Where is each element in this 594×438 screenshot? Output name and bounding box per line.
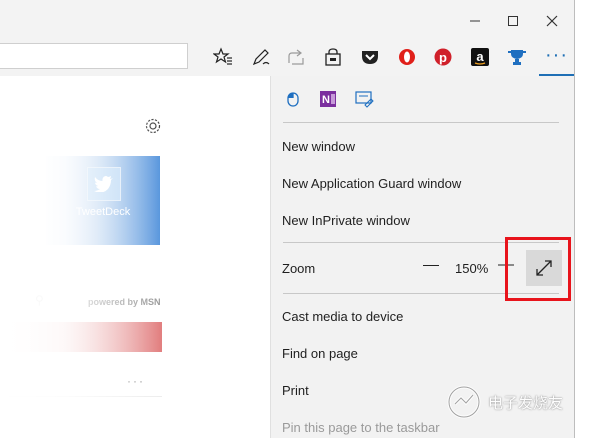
opera-icon[interactable] [396,46,418,68]
share-icon[interactable] [285,46,307,68]
menu-print[interactable]: Print [282,383,309,398]
menu-divider [283,122,559,123]
menu-find-on-page[interactable]: Find on page [282,346,358,361]
page-content: TweetDeck ⚲ powered by MSN ··· [0,76,270,438]
minimize-icon[interactable] [465,11,485,31]
pen-icon[interactable] [250,46,272,68]
divider [0,396,162,397]
title-bar [0,0,574,40]
amazon-icon[interactable]: a [469,46,491,68]
maximize-icon[interactable] [503,11,523,31]
more-actions-button[interactable]: ··· [539,40,574,76]
menu-new-inprivate-window[interactable]: New InPrivate window [282,213,410,228]
tile-label: TweetDeck [75,206,131,218]
tweetdeck-tile[interactable]: TweetDeck [46,156,160,245]
browser-toolbar: p a ··· [0,40,574,76]
favorites-list-icon[interactable] [212,46,234,68]
zoom-out-button[interactable] [423,265,439,266]
watermark-text: 电子发烧友 [488,394,564,412]
browser-window: p a ··· TweetDeck ⚲ powered by MSN ··· N… [0,0,575,438]
onenote-icon[interactable]: N [317,88,339,110]
menu-pin-to-taskbar[interactable]: Pin this page to the taskbar [282,420,440,435]
web-note-icon[interactable] [353,88,375,110]
pocket-icon[interactable] [359,46,381,68]
watermark-logo-icon [447,385,481,419]
menu-new-application-guard-window[interactable]: New Application Guard window [282,176,461,191]
powered-by-label: powered by MSN [88,297,161,307]
mouse-extension-icon[interactable] [282,88,304,110]
address-bar[interactable] [0,43,188,69]
pinterest-icon[interactable]: p [432,46,454,68]
menu-cast-media[interactable]: Cast media to device [282,309,403,324]
svg-text:N: N [322,94,330,106]
twitter-bird-icon [87,167,121,201]
svg-text:a: a [476,49,484,64]
extension-trophy-icon[interactable] [506,46,528,68]
menu-new-window[interactable]: New window [282,139,355,154]
gear-icon[interactable] [143,116,163,136]
search-icon: ⚲ [35,293,44,307]
news-banner [0,322,162,352]
highlight-box [505,237,571,301]
more-options-icon[interactable]: ··· [127,374,145,388]
reading-list-lock-icon[interactable] [322,46,344,68]
close-icon[interactable] [542,11,562,31]
zoom-value: 150% [455,261,489,276]
watermark: 电子发烧友 [446,380,582,424]
zoom-label: Zoom [282,261,316,276]
svg-text:p: p [439,50,447,65]
